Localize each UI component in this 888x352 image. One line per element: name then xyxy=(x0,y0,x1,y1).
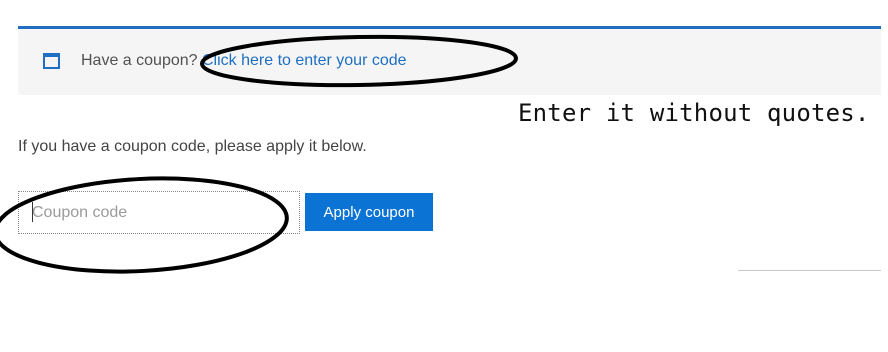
coupon-notice: Have a coupon? Click here to enter your … xyxy=(18,26,881,95)
window-icon xyxy=(43,53,60,69)
annotation-text: Enter it without quotes. xyxy=(518,99,870,127)
apply-coupon-button[interactable]: Apply coupon xyxy=(305,193,433,231)
coupon-instruction: If you have a coupon code, please apply … xyxy=(18,138,367,155)
text-caret xyxy=(32,202,33,222)
coupon-code-input[interactable] xyxy=(18,191,300,234)
notice-message: Have a coupon? Click here to enter your … xyxy=(81,52,407,70)
notice-prefix: Have a coupon? xyxy=(81,52,202,69)
divider xyxy=(738,270,881,271)
enter-coupon-link[interactable]: Click here to enter your code xyxy=(202,52,407,69)
